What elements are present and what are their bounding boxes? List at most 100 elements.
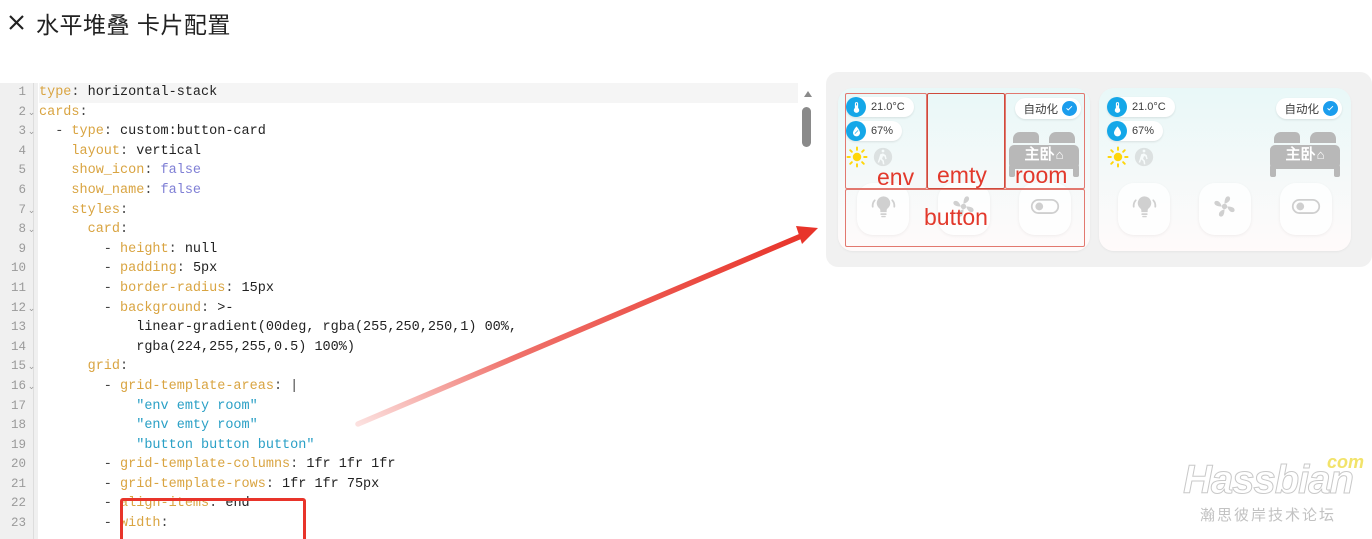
editor-vertical-scrollbar[interactable] [801,83,814,539]
code-line[interactable]: rgba(224,255,255,0.5) 100%) [39,338,798,358]
code-token: vertical [136,143,202,159]
code-line[interactable]: "env emty room" [39,397,798,417]
watermark-subtitle: 瀚思彼岸技术论坛 [1199,507,1336,524]
fold-chevron-icon[interactable]: ⌄ [27,103,36,123]
fold-chevron-icon[interactable]: ⌄ [27,299,36,319]
light-button[interactable] [857,182,910,235]
card1-env-area: 21.0°C 67% [843,93,924,171]
code-line[interactable]: "button button button" [39,436,798,456]
gutter-rows: 1 2 ⌄ 3 ⌄ 4 5 6 7 ⌄ 8 ⌄ 9 10 11 12 ⌄ 13 14 15 ⌄ 16 ⌄ 17 18 19 20 21… [0,83,38,534]
automation-chip[interactable]: 自动化 [1015,98,1081,119]
gutter-row: 4 [0,142,38,162]
button-card-1[interactable]: 21.0°C 67% 自动化 主卧 ⌂ env emty room button [838,88,1090,251]
close-icon[interactable] [2,8,30,36]
gutter-row: 23 [0,514,38,534]
code-line[interactable]: - height: null [39,240,798,260]
gutter-row: 19 [0,436,38,456]
code-line[interactable]: - background: >- [39,299,798,319]
code-token: linear-gradient(00deg, rgba(255,250,250,… [39,320,517,336]
code-line[interactable]: "env emty room" [39,416,798,436]
fold-chevron-icon[interactable]: ⌄ [27,357,36,377]
code-line[interactable]: - grid-template-rows: 1fr 1fr 75px [39,475,798,495]
fold-chevron-icon[interactable]: ⌄ [27,377,36,397]
watermark-tld: com [1326,452,1364,472]
line-number: 21 [10,476,26,491]
code-token: : [176,261,193,277]
code-token: width [120,516,161,532]
fan-button[interactable] [1198,182,1251,235]
lightbulb-icon [1131,193,1158,225]
gutter-row: 15 ⌄ [0,357,38,377]
code-line[interactable]: layout: vertical [39,142,798,162]
line-number: 19 [10,437,26,452]
thermometer-icon [1107,97,1127,117]
code-line[interactable]: show_icon: false [39,161,798,181]
code-token: : [103,124,121,140]
code-token: grid-template-columns [120,457,291,473]
toggle-button[interactable] [1018,182,1071,235]
light-button[interactable] [1118,182,1171,235]
code-token: : [120,202,129,218]
code-token: : [209,496,226,512]
code-token: false [160,182,202,198]
code-content[interactable]: type: horizontal-stack cards: - type: cus… [39,83,798,539]
room-name-label: 主卧 ⌂ [1285,146,1325,163]
automation-chip[interactable]: 自动化 [1276,98,1342,119]
code-token: grid-template-areas [120,378,274,394]
toggle-switch-icon [1291,191,1321,226]
line-number: 9 [18,241,26,256]
env-sensor-icons [1107,146,1185,168]
gutter-row: 3 ⌄ [0,122,38,142]
line-number: 20 [10,457,26,472]
card2-room-area: 自动化 主卧 ⌂ [1265,93,1346,177]
thermometer-icon [846,97,866,117]
code-token: : [144,182,161,198]
code-token: : [290,457,307,473]
code-token: end [225,496,250,512]
fold-chevron-icon[interactable]: ⌄ [27,201,36,221]
code-line[interactable]: card: [39,220,798,240]
code-token: padding [120,261,177,277]
code-line[interactable]: styles: [39,201,798,221]
code-line[interactable]: - align-items: end [39,494,798,514]
fold-chevron-icon[interactable]: ⌄ [27,122,36,142]
scrollbar-thumb[interactable] [802,107,811,147]
code-token: rgba(224,255,255,0.5) 100%) [39,339,355,355]
code-line[interactable]: - width: [39,514,798,534]
humidity-value: 67% [871,125,894,137]
code-line[interactable]: linear-gradient(00deg, rgba(255,250,250,… [39,318,798,338]
chevron-up-icon[interactable] [804,91,812,97]
button-card-2[interactable]: 21.0°C 67% 自动化 主卧 ⌂ [1099,88,1351,251]
code-line[interactable]: type: horizontal-stack [39,83,798,103]
yaml-code-editor[interactable]: 1 2 ⌄ 3 ⌄ 4 5 6 7 ⌄ 8 ⌄ 9 10 11 12 ⌄ 13 14 15 ⌄ 16 ⌄ 17 18 19 20 21… [0,83,818,539]
code-token: - [39,241,121,257]
line-number: 14 [10,339,26,354]
code-line[interactable]: show_name: false [39,181,798,201]
gutter-row: 14 [0,338,38,358]
card2-emty-area [1185,93,1266,171]
code-line[interactable]: grid: [39,357,798,377]
code-token: "env emty room" [136,418,258,434]
code-token: "button button button" [136,437,315,453]
code-line[interactable]: - grid-template-columns: 1fr 1fr 1fr [39,455,798,475]
code-line[interactable]: - grid-template-areas: | [39,377,798,397]
code-line[interactable]: cards: [39,103,798,123]
code-token: show_icon [71,163,145,179]
code-line[interactable]: - border-radius: 15px [39,279,798,299]
code-token: custom:button-card [120,124,266,140]
automation-label: 自动化 [1023,103,1058,116]
toggle-button[interactable] [1279,182,1332,235]
code-token: - [39,457,121,473]
card2-button-area [1104,171,1346,246]
code-token: : [120,143,137,159]
code-token: : [225,280,242,296]
code-line[interactable]: - padding: 5px [39,259,798,279]
code-token: 5px [192,261,218,277]
code-line[interactable]: - type: custom:button-card [39,122,798,142]
fold-chevron-icon[interactable]: ⌄ [27,220,36,240]
